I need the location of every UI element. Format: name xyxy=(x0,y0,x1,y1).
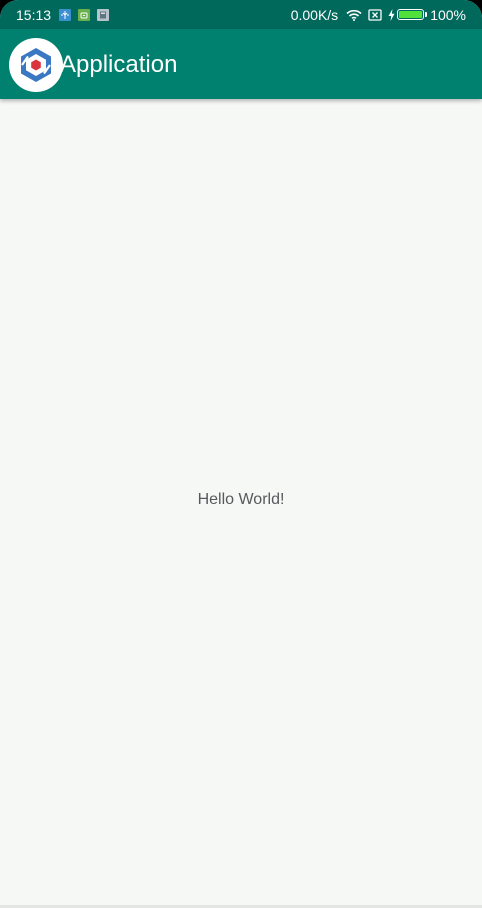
charging-bolt-icon xyxy=(388,8,395,21)
app-logo-icon[interactable] xyxy=(9,38,63,92)
battery-level-fill xyxy=(399,11,423,18)
battery-icon xyxy=(397,9,428,20)
network-speed: 0.00K/s xyxy=(290,6,339,23)
status-bar-right: 0.00K/s 100% xyxy=(291,7,466,23)
phone-screen: 15:13 0.00K/s 100% Application Hello Wor… xyxy=(0,0,482,908)
main-content: Hello World! xyxy=(0,99,482,905)
status-bar: 15:13 0.00K/s 100% xyxy=(0,0,482,29)
usb-debug-icon xyxy=(59,8,72,21)
status-time: 15:13 xyxy=(16,6,52,23)
app-title: Application xyxy=(60,51,178,78)
app-bar: Application xyxy=(0,29,482,99)
no-sim-icon xyxy=(368,8,382,21)
status-bar-left: 15:13 xyxy=(16,7,116,23)
hello-world-text: Hello World! xyxy=(197,491,285,508)
battery-percent: 100% xyxy=(430,6,466,23)
wifi-icon xyxy=(346,9,362,21)
calculator-icon xyxy=(97,8,110,21)
android-icon xyxy=(78,8,91,21)
